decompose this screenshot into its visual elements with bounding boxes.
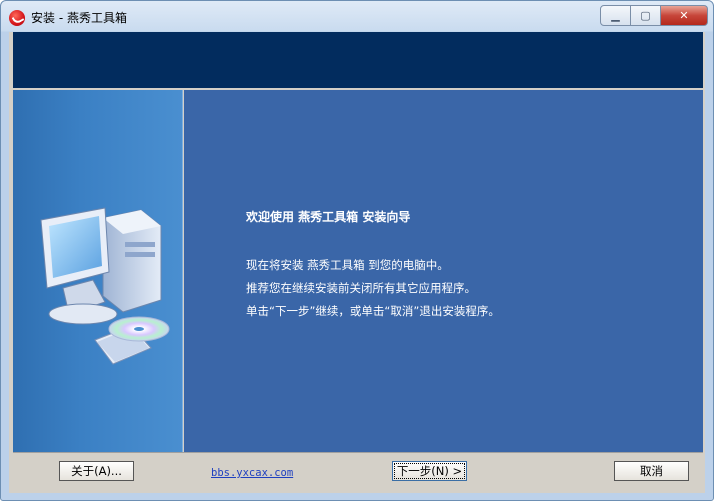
close-button[interactable]: ✕ — [661, 5, 708, 26]
about-button[interactable]: 关于(A)... — [59, 461, 134, 481]
window-title: 安装 - 燕秀工具箱 — [31, 11, 127, 25]
wizard-button-bar: 关于(A)... bbs.yxcax.com 下一步(N) > 取消 — [13, 452, 703, 487]
wizard-main-panel: 欢迎使用 燕秀工具箱 安装向导 现在将安装 燕秀工具箱 到您的电脑中。 推荐您在… — [184, 90, 703, 452]
minimize-button[interactable]: ▁ — [600, 5, 631, 26]
maximize-button[interactable]: ▢ — [631, 5, 661, 26]
installer-window: 安装 - 燕秀工具箱 ▁ ▢ ✕ 欢迎使用 燕秀工具箱 安装向导 现在将安装 燕… — [0, 0, 714, 501]
continue-instructions: 单击“下一步”继续，或单击“取消”退出安装程序。 — [246, 304, 500, 318]
welcome-heading: 欢迎使用 燕秀工具箱 安装向导 — [246, 210, 411, 224]
close-apps-hint: 推荐您在继续安装前关闭所有其它应用程序。 — [246, 281, 476, 295]
install-info-line: 现在将安装 燕秀工具箱 到您的电脑中。 — [246, 258, 449, 272]
title-bar[interactable]: 安装 - 燕秀工具箱 ▁ ▢ ✕ — [1, 1, 713, 33]
wizard-client-area: 欢迎使用 燕秀工具箱 安装向导 现在将安装 燕秀工具箱 到您的电脑中。 推荐您在… — [9, 32, 705, 493]
app-logo-icon — [9, 10, 25, 26]
next-button[interactable]: 下一步(N) > — [392, 461, 467, 481]
wizard-side-image — [13, 90, 183, 452]
computer-cd-illustration — [40, 207, 170, 365]
header-banner — [13, 32, 703, 88]
cancel-button[interactable]: 取消 — [614, 461, 689, 481]
website-link[interactable]: bbs.yxcax.com — [211, 467, 293, 479]
caption-buttons: ▁ ▢ ✕ — [600, 5, 708, 26]
